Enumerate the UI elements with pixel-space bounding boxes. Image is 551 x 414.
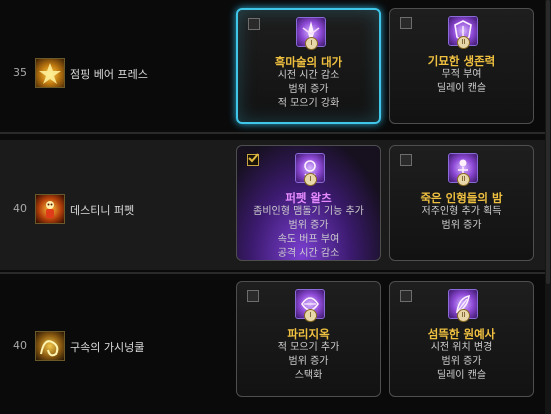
- jumping-bear-icon: [35, 58, 65, 88]
- option-card[interactable]: I 파리지옥 적 모으기 추가 범위 증가 스택화: [236, 281, 381, 397]
- option-title: 기묘한 생존력: [427, 54, 496, 68]
- option-effect: 딜레이 캔슬: [436, 370, 487, 381]
- option-effect: 스택화: [294, 370, 323, 381]
- option-effect: 적 모으기 추가: [277, 342, 340, 353]
- option-effect: 범위 증가: [288, 84, 329, 95]
- option-effect: 저주인형 추가 획득: [421, 206, 502, 217]
- option-effect: 범위 증가: [288, 220, 329, 231]
- option-effect: 시전 위치 변경: [430, 342, 493, 353]
- row-divider: [0, 272, 545, 274]
- tier-numeral: II: [457, 36, 470, 49]
- option-checkbox[interactable]: [247, 290, 259, 302]
- option-checkbox[interactable]: [400, 154, 412, 166]
- skill-level: 40: [13, 339, 27, 352]
- checkmark-icon: [248, 153, 259, 163]
- destiny-puppet-icon: [35, 194, 65, 224]
- option-title: 섬뜩한 원예사: [427, 327, 496, 341]
- option-title: 죽은 인형들의 밤: [420, 191, 503, 205]
- option-effect: 좀비인형 맴돌기 기능 추가: [253, 206, 364, 217]
- option-card[interactable]: II 기묘한 생존력 무적 부여 딜레이 캔슬: [389, 8, 534, 124]
- tier-numeral: I: [304, 309, 317, 322]
- option-effect: 범위 증가: [441, 356, 482, 367]
- option-checkbox-checked[interactable]: [247, 153, 259, 166]
- tier-numeral: I: [305, 37, 318, 50]
- option-effect: 딜레이 캔슬: [436, 83, 487, 94]
- option-effect: 무적 부여: [441, 69, 482, 80]
- option-checkbox[interactable]: [400, 290, 412, 302]
- flytrap-rune-icon: I: [295, 289, 325, 322]
- scrollbar-thumb[interactable]: [546, 0, 550, 284]
- option-checkbox[interactable]: [248, 18, 260, 30]
- skill-level: 35: [13, 66, 27, 79]
- skill-name: 점핑 베어 프레스: [70, 68, 148, 81]
- thorn-vine-icon: [35, 331, 65, 361]
- shield-rune-icon: II: [448, 16, 478, 49]
- waltz-rune-icon: I: [295, 153, 325, 186]
- option-effect: 범위 증가: [288, 356, 329, 367]
- row-divider: [0, 132, 545, 134]
- option-title: 파리지옥: [287, 327, 330, 341]
- option-card[interactable]: II 섬뜩한 원예사 시전 위치 변경 범위 증가 딜레이 캔슬: [389, 281, 534, 397]
- option-effect: 범위 증가: [441, 220, 482, 231]
- option-card[interactable]: I 흑마술의 대가 시전 시간 감소 범위 증가 적 모으기 강화: [236, 8, 381, 124]
- option-effect: 공격 시간 감소: [277, 248, 340, 259]
- option-effect: 적 모으기 강화: [277, 98, 340, 109]
- option-title: 퍼펫 왈츠: [285, 191, 332, 205]
- skill-name: 구속의 가시넝쿨: [70, 341, 145, 354]
- option-title: 흑마술의 대가: [274, 55, 343, 69]
- sword-rune-icon: I: [296, 17, 326, 50]
- skill-level: 40: [13, 202, 27, 215]
- gardener-rune-icon: II: [448, 289, 478, 322]
- option-checkbox[interactable]: [400, 17, 412, 29]
- doll-rune-icon: II: [448, 153, 478, 186]
- option-card[interactable]: II 죽은 인형들의 밤 저주인형 추가 획득 범위 증가: [389, 145, 534, 261]
- skill-name: 데스티니 퍼펫: [70, 204, 135, 217]
- option-effect: 속도 버프 부여: [277, 234, 340, 245]
- option-card[interactable]: I 퍼펫 왈츠 좀비인형 맴돌기 기능 추가 범위 증가 속도 버프 부여 공격…: [236, 145, 381, 261]
- option-effect: 시전 시간 감소: [277, 70, 340, 81]
- tier-numeral: II: [457, 309, 470, 322]
- tier-numeral: II: [457, 173, 470, 186]
- tier-numeral: I: [304, 173, 317, 186]
- scrollbar[interactable]: [545, 0, 551, 414]
